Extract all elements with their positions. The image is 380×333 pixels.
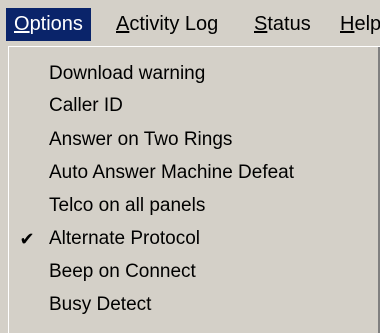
menu-item-busy-detect[interactable]: Busy Detect — [9, 290, 369, 320]
menu-item-alternate-protocol[interactable]: ✔ Alternate Protocol — [9, 224, 369, 254]
app-window: Options Activity Log Status Help Downloa… — [0, 0, 380, 333]
menu-options-label: ptions — [29, 13, 83, 35]
menu-activity-log-label: ctivity Log — [129, 13, 219, 35]
menu-options-mnemonic: O — [14, 13, 30, 35]
options-dropdown-menu: Download warning Caller ID Answer on Two… — [8, 46, 380, 333]
menu-item-label: Auto Answer Machine Defeat — [49, 162, 295, 183]
menu-status-mnemonic: S — [254, 13, 268, 35]
menu-status[interactable]: Status — [246, 8, 319, 41]
menu-help[interactable]: Help — [332, 8, 380, 41]
menu-item-download-warning[interactable]: Download warning — [9, 59, 369, 89]
menu-item-label: Busy Detect — [49, 294, 152, 315]
menu-item-label: Caller ID — [49, 95, 123, 116]
menu-activity-log[interactable]: Activity Log — [108, 8, 226, 41]
menu-bar: Options Activity Log Status Help — [0, 0, 380, 46]
menu-item-label: Beep on Connect — [49, 261, 196, 282]
menu-item-label: Telco on all panels — [49, 195, 206, 216]
checkmark-icon: ✔ — [19, 229, 35, 249]
menu-item-beep-on-connect[interactable]: Beep on Connect — [9, 257, 369, 287]
menu-item-telco-on-all-panels[interactable]: Telco on all panels — [9, 191, 369, 221]
menu-item-answer-on-two-rings[interactable]: Answer on Two Rings — [9, 125, 369, 155]
menu-options[interactable]: Options — [6, 8, 91, 41]
menu-activity-log-mnemonic: A — [116, 13, 130, 35]
menu-item-caller-id[interactable]: Caller ID — [9, 91, 369, 121]
menu-item-label: Alternate Protocol — [49, 228, 201, 249]
menu-help-mnemonic: H — [340, 13, 355, 35]
menu-help-label: elp — [354, 13, 380, 35]
menu-item-label: Answer on Two Rings — [49, 129, 233, 150]
menu-status-label: tatus — [267, 13, 311, 35]
menu-item-auto-answer-machine-defeat[interactable]: Auto Answer Machine Defeat — [9, 158, 369, 188]
menu-item-label: Download warning — [49, 63, 206, 84]
